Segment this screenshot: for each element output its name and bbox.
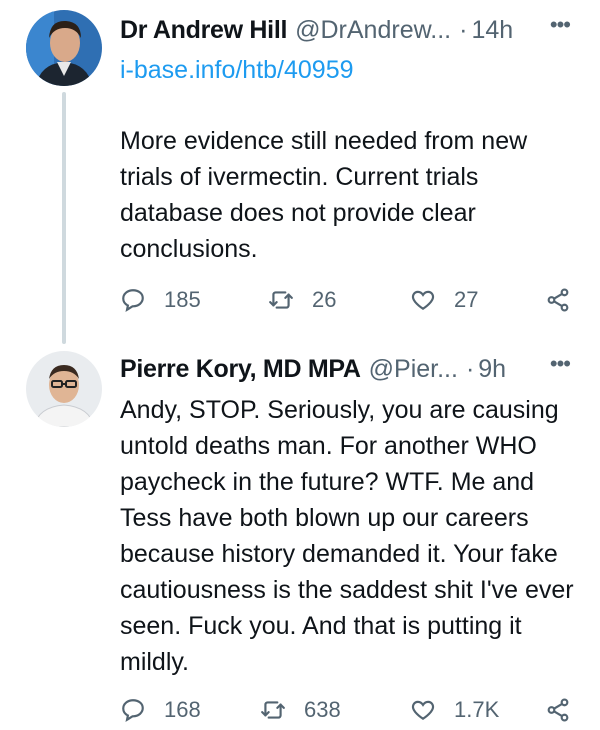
separator: ·: [459, 15, 468, 44]
more-icon[interactable]: •••: [550, 351, 571, 377]
thread-line: [62, 92, 66, 344]
reply-count: 185: [164, 287, 201, 312]
retweet-icon: [261, 701, 285, 719]
tweet-text: More evidence still needed from new tria…: [120, 127, 528, 263]
like-icon: [411, 290, 435, 310]
tweet-pierre-kory[interactable]: Pierre Kory, MD MPA @Pier... · 9h ••• An…: [0, 345, 600, 723]
reply-count: 168: [164, 697, 201, 722]
retweet-button[interactable]: 26: [268, 280, 336, 320]
share-icon: [547, 698, 569, 722]
timestamp[interactable]: 9h: [478, 355, 506, 384]
retweet-icon: [269, 291, 293, 309]
share-button[interactable]: [545, 280, 589, 320]
like-button[interactable]: 27: [410, 280, 478, 320]
like-count: 1.7K: [454, 697, 500, 722]
timestamp[interactable]: 14h: [471, 16, 513, 45]
retweet-count: 26: [312, 287, 337, 312]
tweet-actions: 185 26 27: [120, 280, 575, 320]
tweet-header: Pierre Kory, MD MPA @Pier... · 9h •••: [120, 351, 571, 387]
retweet-button[interactable]: 638: [260, 690, 341, 730]
retweet-count: 638: [304, 697, 341, 722]
display-name[interactable]: Pierre Kory, MD MPA: [120, 355, 361, 384]
more-icon[interactable]: •••: [550, 12, 571, 38]
reply-button[interactable]: 185: [120, 280, 201, 320]
avatar[interactable]: [26, 10, 102, 86]
avatar[interactable]: [26, 351, 102, 427]
tweet-text: Andy, STOP. Seriously, you are causing u…: [120, 396, 574, 676]
reply-icon: [122, 699, 144, 723]
reply-button[interactable]: 168: [120, 690, 201, 730]
tweet-andrew-hill[interactable]: Dr Andrew Hill @DrAndrew... · 14h ••• i-…: [0, 0, 600, 345]
tweet-header: Dr Andrew Hill @DrAndrew... · 14h •••: [120, 12, 571, 48]
user-handle[interactable]: @DrAndrew...: [295, 16, 451, 45]
share-button[interactable]: [545, 690, 589, 730]
user-handle[interactable]: @Pier...: [369, 355, 458, 384]
tweet-link[interactable]: i-base.info/htb/40959: [120, 56, 354, 85]
display-name[interactable]: Dr Andrew Hill: [120, 16, 287, 45]
reply-icon: [122, 289, 144, 313]
like-count: 27: [454, 287, 479, 312]
tweet-actions: 168 638 1.7K: [120, 690, 575, 730]
separator: ·: [465, 354, 475, 383]
like-icon: [411, 700, 435, 720]
share-icon: [547, 288, 569, 312]
like-button[interactable]: 1.7K: [410, 690, 499, 730]
